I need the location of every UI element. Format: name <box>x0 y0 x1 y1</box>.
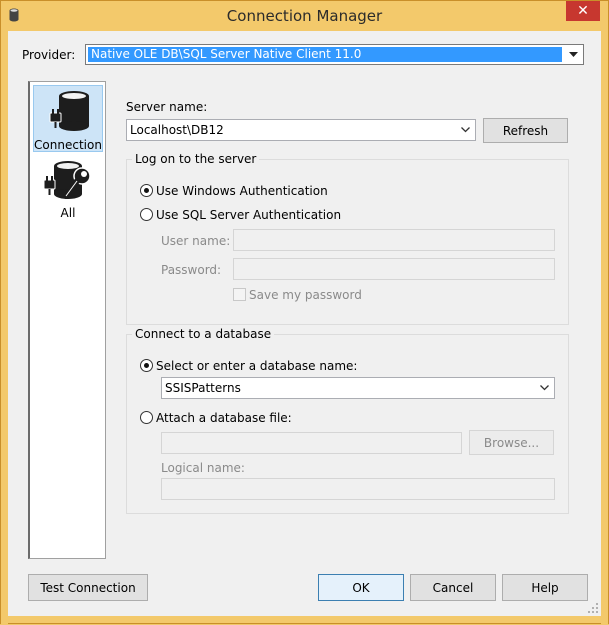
provider-label: Provider: <box>22 48 76 62</box>
sidebar-item-connection[interactable]: Connection <box>33 85 103 152</box>
save-password-label: Save my password <box>249 288 362 302</box>
chevron-down-icon <box>569 52 578 57</box>
logon-group-title: Log on to the server <box>132 152 260 166</box>
logical-name-input[interactable] <box>161 478 555 500</box>
logical-name-label: Logical name: <box>161 461 245 475</box>
select-database-label[interactable]: Select or enter a database name: <box>156 359 357 373</box>
title-bar[interactable]: Connection Manager ✕ <box>1 1 608 31</box>
sql-auth-label[interactable]: Use SQL Server Authentication <box>156 208 341 222</box>
window-frame-left <box>1 31 8 625</box>
database-name-value: SSISPatterns <box>165 381 241 395</box>
select-database-radio[interactable] <box>140 359 153 372</box>
ok-button[interactable]: OK <box>318 574 404 601</box>
user-name-label: User name: <box>161 234 231 248</box>
chevron-down-icon[interactable] <box>540 385 549 391</box>
close-button[interactable]: ✕ <box>566 1 600 21</box>
password-label: Password: <box>161 263 222 277</box>
database-connection-icon <box>49 91 89 131</box>
provider-dropdown-button[interactable] <box>565 46 582 63</box>
radio-selected-dot <box>144 188 149 193</box>
test-connection-button[interactable]: Test Connection <box>28 574 148 601</box>
attach-database-radio[interactable] <box>140 411 153 424</box>
user-name-input[interactable] <box>233 229 555 251</box>
chevron-down-icon[interactable] <box>461 127 470 133</box>
sidebar-item-connection-label: Connection <box>34 138 102 152</box>
database-wrench-icon <box>44 161 91 199</box>
provider-selected-value: Native OLE DB\SQL Server Native Client 1… <box>87 46 563 63</box>
sidebar-item-all-label: All <box>60 206 76 220</box>
attach-database-label[interactable]: Attach a database file: <box>156 411 292 425</box>
refresh-button[interactable]: Refresh <box>483 118 568 143</box>
help-button[interactable]: Help <box>502 574 588 601</box>
connection-manager-window: Connection Manager ✕ Provider: Native OL… <box>0 0 609 625</box>
server-name-value: Localhost\DB12 <box>130 123 224 137</box>
server-name-combobox[interactable]: Localhost\DB12 <box>126 119 476 141</box>
windows-auth-radio[interactable] <box>140 184 153 197</box>
database-file-input[interactable] <box>161 432 462 454</box>
database-name-combobox[interactable]: SSISPatterns <box>161 377 555 399</box>
sidebar-item-all[interactable]: All <box>33 158 103 220</box>
server-name-label: Server name: <box>126 100 208 114</box>
resize-grip-icon[interactable] <box>588 603 598 613</box>
window-frame-bottom <box>1 616 608 623</box>
page-selector-sidebar: Connection All <box>28 81 106 559</box>
window-title: Connection Manager <box>226 7 383 25</box>
radio-selected-dot <box>144 363 149 368</box>
windows-auth-label[interactable]: Use Windows Authentication <box>156 184 328 198</box>
cancel-button[interactable]: Cancel <box>410 574 496 601</box>
password-input[interactable] <box>233 258 555 280</box>
save-password-checkbox[interactable] <box>233 288 246 301</box>
provider-dropdown[interactable]: Native OLE DB\SQL Server Native Client 1… <box>85 44 584 65</box>
database-group-title: Connect to a database <box>132 327 275 341</box>
window-frame-right <box>601 31 608 625</box>
browse-button[interactable]: Browse... <box>469 430 554 455</box>
sql-auth-radio[interactable] <box>140 208 153 221</box>
